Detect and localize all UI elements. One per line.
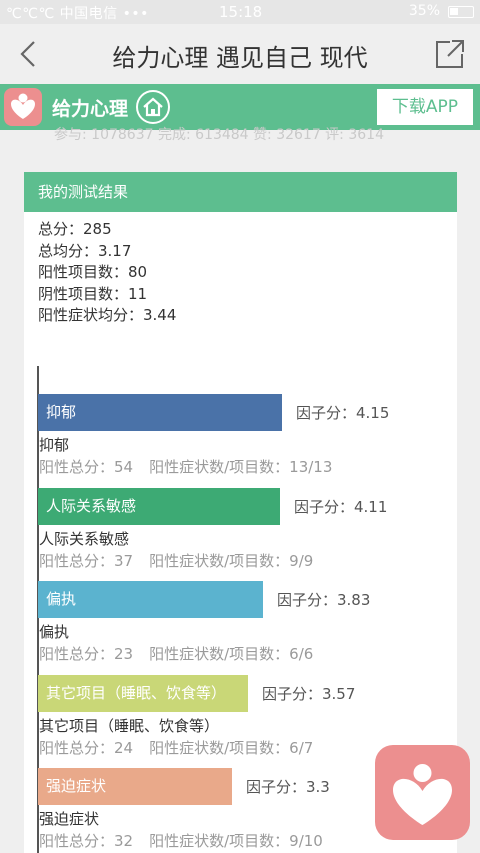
positive-ratio: 阳性症状数/项目数：13/13	[149, 458, 333, 476]
factor-meta: 阳性总分：24 阳性症状数/项目数：6/7	[39, 737, 329, 758]
factor-meta: 阳性总分：37 阳性症状数/项目数：9/9	[39, 550, 329, 571]
battery-percent: 35%	[408, 3, 440, 19]
factor-score: 因子分：3.57	[262, 684, 356, 703]
positive-total: 阳性总分：54	[39, 458, 134, 476]
positive-ratio: 阳性症状数/项目数：9/10	[149, 832, 323, 850]
factor-bar: 人际关系敏感	[38, 487, 280, 525]
factor-meta: 阳性总分：54 阳性症状数/项目数：13/13	[39, 456, 348, 477]
factor-meta: 阳性总分：32 阳性症状数/项目数：9/10	[39, 830, 339, 851]
status-bar: ℃℃℃ 中国电信 ••• 15:18 35%	[0, 0, 480, 24]
app-name: 给力心理	[52, 98, 129, 120]
nav-bar: 给力心理 遇见自己 现代	[0, 24, 480, 84]
factor-bar: 其它项目（睡眠、饮食等）	[38, 674, 248, 712]
factor-name: 抑郁	[39, 436, 70, 454]
factor-score: 因子分：4.11	[294, 497, 388, 516]
factor-bar: 抑郁	[38, 394, 282, 431]
factor-name: 偏执	[39, 623, 70, 641]
positive-total: 阳性总分：24	[39, 738, 134, 757]
factor-name: 其它项目（睡眠、饮食等）	[39, 716, 220, 735]
heart-person-icon	[393, 764, 452, 825]
factor-bar: 偏执	[38, 581, 263, 618]
status-left: ℃℃℃ 中国电信 •••	[6, 6, 149, 22]
summary-positive-items: 阳性项目数：80	[38, 263, 148, 282]
chevron-left-icon	[20, 41, 35, 67]
heart-person-icon	[11, 93, 35, 119]
app-logo	[4, 88, 42, 126]
summary-list: 总分：285 总均分：3.17 阳性项目数：80 阴性项目数：11 阳性症状均分…	[38, 219, 176, 327]
positive-ratio: 阳性症状数/项目数：6/6	[149, 645, 314, 663]
house-glyph	[143, 97, 163, 117]
factor-name: 人际关系敏感	[39, 529, 130, 548]
floating-app-button[interactable]	[375, 745, 470, 840]
positive-ratio: 阳性症状数/项目数：6/7	[149, 738, 314, 757]
positive-total: 阳性总分：37	[39, 551, 134, 570]
card-header: 我的测试结果	[24, 172, 457, 212]
positive-total: 阳性总分：23	[39, 645, 134, 663]
download-app-button[interactable]: 下载APP	[376, 88, 474, 126]
share-icon	[436, 40, 464, 68]
summary-positive-average: 阳性症状均分：3.44	[38, 306, 177, 325]
status-time: 15:18	[219, 3, 263, 21]
summary-average: 总均分：3.17	[38, 241, 132, 260]
positive-ratio: 阳性症状数/项目数：9/9	[149, 551, 314, 570]
factor-score: 因子分：3.3	[246, 778, 330, 796]
summary-total: 总分：285	[38, 220, 112, 238]
stats-line: 参与: 1078637 完成: 613484 赞: 32617 评: 3614	[54, 127, 384, 143]
back-button[interactable]	[12, 36, 48, 72]
positive-total: 阳性总分：32	[39, 832, 134, 850]
share-button[interactable]	[432, 36, 468, 72]
factor-score: 因子分：4.15	[296, 404, 390, 422]
home-icon[interactable]	[136, 90, 170, 124]
factor-bar: 强迫症状	[38, 768, 232, 805]
factor-meta: 阳性总分：23 阳性症状数/项目数：6/6	[39, 643, 329, 664]
factor-score: 因子分：3.83	[277, 591, 371, 609]
page-title: 给力心理 遇见自己 现代	[112, 44, 368, 72]
factor-name: 强迫症状	[39, 810, 100, 828]
battery-icon	[448, 6, 474, 18]
summary-negative-items: 阴性项目数：11	[38, 284, 148, 303]
